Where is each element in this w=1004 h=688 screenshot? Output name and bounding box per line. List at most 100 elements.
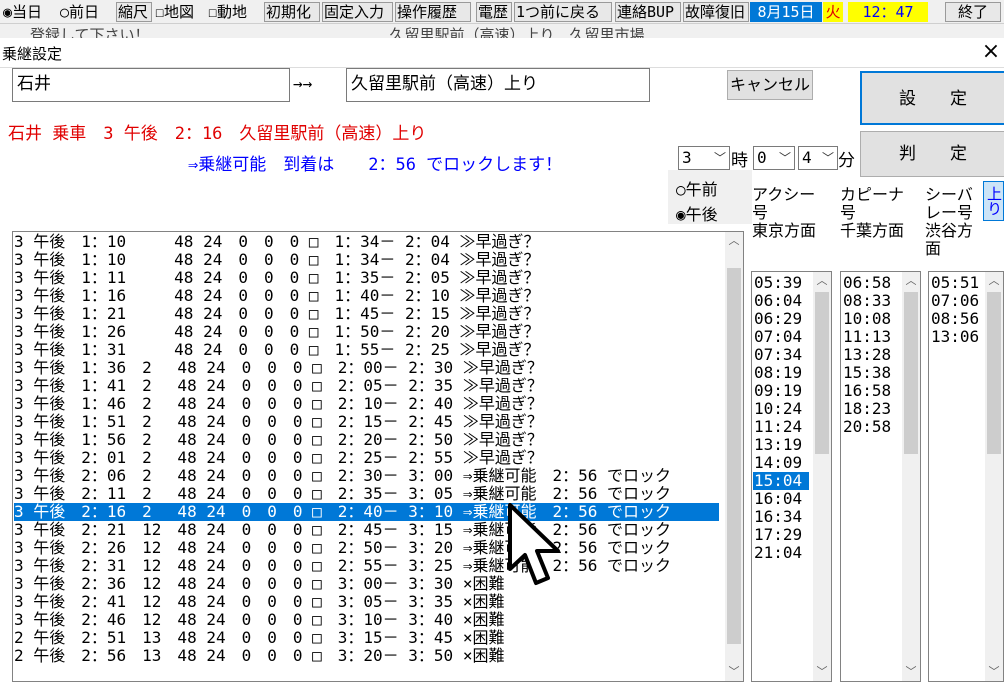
minute-ones-select[interactable]: 4 ﹀	[798, 146, 838, 170]
schedule-row[interactable]: 3 午後 2：26 12 48 24 0 0 0 □ 2：50－ 3：20 ⇒乗…	[14, 539, 719, 557]
timetable-time[interactable]: 10:24	[753, 400, 809, 418]
radio-pm[interactable]: ◉午後	[676, 201, 718, 225]
map-checkbox[interactable]: ☐地図	[155, 2, 194, 22]
op-history-button[interactable]: 操作履歴	[395, 2, 471, 22]
scroll-up-icon[interactable]: ︿	[725, 233, 743, 249]
timetable-time[interactable]: 13:06	[930, 328, 982, 346]
scroll-up-icon[interactable]: ︿	[985, 273, 1003, 289]
to-station-input[interactable]: 久留里駅前（高速）上り	[346, 68, 650, 102]
schedule-row[interactable]: 3 午後 1：11 48 24 0 0 0 □ 1：35－ 2：05 ≫早過ぎ？	[14, 269, 719, 287]
schedule-row[interactable]: 3 午後 1：51 2 48 24 0 0 0 □ 2：15－ 2：45 ≫早過…	[14, 413, 719, 431]
minute-tens-select[interactable]: 0 ﹀	[753, 146, 795, 170]
timetable-time[interactable]: 17:29	[753, 526, 809, 544]
scroll-down-icon[interactable]: ﹀	[813, 664, 831, 680]
timetable-time[interactable]: 13:28	[842, 346, 898, 364]
timetable-col1[interactable]: 05:39 06:04 06:29 07:04 07:34 08:19 09:19 10:24…	[751, 271, 832, 682]
schedule-row[interactable]: 3 午後 1：21 48 24 0 0 0 □ 1：45－ 2：15 ≫早過ぎ？	[14, 305, 719, 323]
timetable-time[interactable]: 07:06	[930, 292, 982, 310]
schedule-row[interactable]: 3 午後 2：16 2 48 24 0 0 0 □ 2：40－ 3：10 ⇒乗継…	[14, 503, 719, 521]
schedule-row[interactable]: 3 午後 2：01 2 48 24 0 0 0 □ 2：25－ 2：55 ≫早過…	[14, 449, 719, 467]
timetable-time[interactable]: 13:19	[753, 436, 809, 454]
radio-today[interactable]: ◉当日	[3, 2, 42, 22]
timetable-time[interactable]: 11:13	[842, 328, 898, 346]
timetable-time[interactable]: 21:04	[753, 544, 809, 562]
schedule-row[interactable]: 3 午後 1：36 2 48 24 0 0 0 □ 2：00－ 2：30 ≫早過…	[14, 359, 719, 377]
init-button[interactable]: 初期化	[264, 2, 320, 22]
timetable-time[interactable]: 05:39	[753, 274, 809, 292]
timetable-col2[interactable]: 06:58 08:33 10:08 11:13 13:28 15:38 16:58 18:23…	[840, 271, 921, 682]
timetable-time[interactable]: 20:58	[842, 418, 898, 436]
timetable-time[interactable]: 16:58	[842, 382, 898, 400]
direction-tab[interactable]: 上り	[983, 181, 1004, 221]
schedule-row[interactable]: 3 午後 2：46 12 48 24 0 0 0 □ 3：10－ 3：40 ×困…	[14, 611, 719, 629]
judge-button[interactable]: 判 定	[860, 131, 1004, 177]
contact-bup-button[interactable]: 連絡BUP	[615, 2, 681, 22]
cancel-button[interactable]: キャンセル	[727, 70, 813, 100]
timetable-time[interactable]: 09:19	[753, 382, 809, 400]
scroll-up-icon[interactable]: ︿	[902, 273, 920, 289]
timetable-time[interactable]: 18:23	[842, 400, 898, 418]
schedule-row[interactable]: 3 午後 2：31 12 48 24 0 0 0 □ 2：55－ 3：25 ⇒乗…	[14, 557, 719, 575]
schedule-row[interactable]: 3 午後 1：10 48 24 0 0 0 □ 1：34－ 2：04 ≫早過ぎ？	[14, 251, 719, 269]
schedule-row[interactable]: 3 午後 1：41 2 48 24 0 0 0 □ 2：05－ 2：35 ≫早過…	[14, 377, 719, 395]
scroll-thumb[interactable]	[904, 292, 918, 454]
dynamic-checkbox[interactable]: ☐動地	[208, 2, 247, 22]
col2-scrollbar[interactable]: ︿ ﹀	[902, 272, 920, 681]
schedule-list[interactable]: 3 午後 1：10 48 24 0 0 0 □ 1：34－ 2：04 ≫早過ぎ？…	[12, 231, 744, 682]
radio-am[interactable]: ○午前	[676, 176, 718, 200]
timetable-time[interactable]: 07:04	[753, 328, 809, 346]
schedule-scrollbar[interactable]: ︿ ﹀	[725, 232, 743, 681]
exit-button[interactable]: 終了	[945, 2, 1001, 22]
schedule-row[interactable]: 3 午後 2：36 12 48 24 0 0 0 □ 3：00－ 3：30 ×困…	[14, 575, 719, 593]
schedule-row[interactable]: 2 午後 2：51 13 48 24 0 0 0 □ 3：15－ 3：45 ×困…	[14, 629, 719, 647]
schedule-row[interactable]: 2 午後 2：56 13 48 24 0 0 0 □ 3：20－ 3：50 ×困…	[14, 647, 719, 665]
schedule-row[interactable]: 3 午後 1：56 2 48 24 0 0 0 □ 2：20－ 2：50 ≫早過…	[14, 431, 719, 449]
timetable-time[interactable]: 07:34	[753, 346, 809, 364]
schedule-row[interactable]: 3 午後 2：21 12 48 24 0 0 0 □ 2：45－ 3：15 ⇒乗…	[14, 521, 719, 539]
scroll-thumb[interactable]	[727, 268, 741, 644]
schedule-row[interactable]: 3 午後 1：46 2 48 24 0 0 0 □ 2：10－ 2：40 ≫早過…	[14, 395, 719, 413]
schedule-row[interactable]: 3 午後 1：16 48 24 0 0 0 □ 1：40－ 2：10 ≫早過ぎ？	[14, 287, 719, 305]
timetable-time[interactable]: 10:08	[842, 310, 898, 328]
col1-scrollbar[interactable]: ︿ ﹀	[813, 272, 831, 681]
back-one-button[interactable]: 1つ前に戻る	[514, 2, 612, 22]
scroll-thumb[interactable]	[987, 292, 1001, 454]
radio-prevday[interactable]: ○前日	[60, 2, 99, 22]
schedule-row[interactable]: 3 午後 2：11 2 48 24 0 0 0 □ 2：35－ 3：05 ⇒乗継…	[14, 485, 719, 503]
timetable-time[interactable]: 08:19	[753, 364, 809, 382]
schedule-row[interactable]: 3 午後 2：06 2 48 24 0 0 0 □ 2：30－ 3：00 ⇒乗継…	[14, 467, 719, 485]
timetable-time[interactable]: 06:04	[753, 292, 809, 310]
set-button[interactable]: 設 定	[860, 71, 1004, 125]
scroll-down-icon[interactable]: ﹀	[985, 664, 1003, 680]
timetable-time[interactable]: 06:29	[753, 310, 809, 328]
col3-scrollbar[interactable]: ︿ ﹀	[985, 272, 1003, 681]
timetable-time[interactable]: 11:24	[753, 418, 809, 436]
fixed-input-button[interactable]: 固定入力	[322, 2, 393, 22]
timetable-time[interactable]: 08:56	[930, 310, 982, 328]
schedule-row[interactable]: 3 午後 1：26 48 24 0 0 0 □ 1：50－ 2：20 ≫早過ぎ？	[14, 323, 719, 341]
timetable-time[interactable]: 15:38	[842, 364, 898, 382]
timetable-time[interactable]: 15:04	[753, 472, 809, 490]
hour-select[interactable]: 3 ﹀	[678, 146, 730, 170]
scroll-down-icon[interactable]: ﹀	[725, 664, 743, 680]
from-station-input[interactable]: 石井	[12, 68, 290, 102]
close-icon[interactable]: ×	[978, 38, 1004, 66]
scroll-down-icon[interactable]: ﹀	[902, 664, 920, 680]
schedule-row[interactable]: 3 午後 2：41 12 48 24 0 0 0 □ 3：05－ 3：35 ×困…	[14, 593, 719, 611]
timetable-time[interactable]: 08:33	[842, 292, 898, 310]
timetable-time[interactable]: 16:04	[753, 490, 809, 508]
timetable-col3[interactable]: 05:51 07:06 08:56 13:06 ︿ ﹀	[928, 271, 1004, 682]
scroll-up-icon[interactable]: ︿	[813, 273, 831, 289]
scale-button[interactable]: 縮尺	[116, 2, 152, 22]
timetable-time[interactable]: 05:51	[930, 274, 982, 292]
timetable-time[interactable]: 06:58	[842, 274, 898, 292]
schedule-row[interactable]: 3 午後 1：31 48 24 0 0 0 □ 1：55－ 2：25 ≫早過ぎ？	[14, 341, 719, 359]
schedule-row[interactable]: 3 午後 1：10 48 24 0 0 0 □ 1：34－ 2：04 ≫早過ぎ？	[14, 233, 719, 251]
telegram-history-button[interactable]: 電歴	[476, 2, 512, 22]
fault-restore-button[interactable]: 故障復旧	[683, 2, 749, 22]
timetable-time[interactable]: 14:09	[753, 454, 809, 472]
col1-header-line2: 号	[752, 203, 769, 222]
col3-header-line1: シーバ	[925, 185, 973, 204]
scroll-thumb[interactable]	[815, 292, 829, 454]
timetable-time[interactable]: 16:34	[753, 508, 809, 526]
